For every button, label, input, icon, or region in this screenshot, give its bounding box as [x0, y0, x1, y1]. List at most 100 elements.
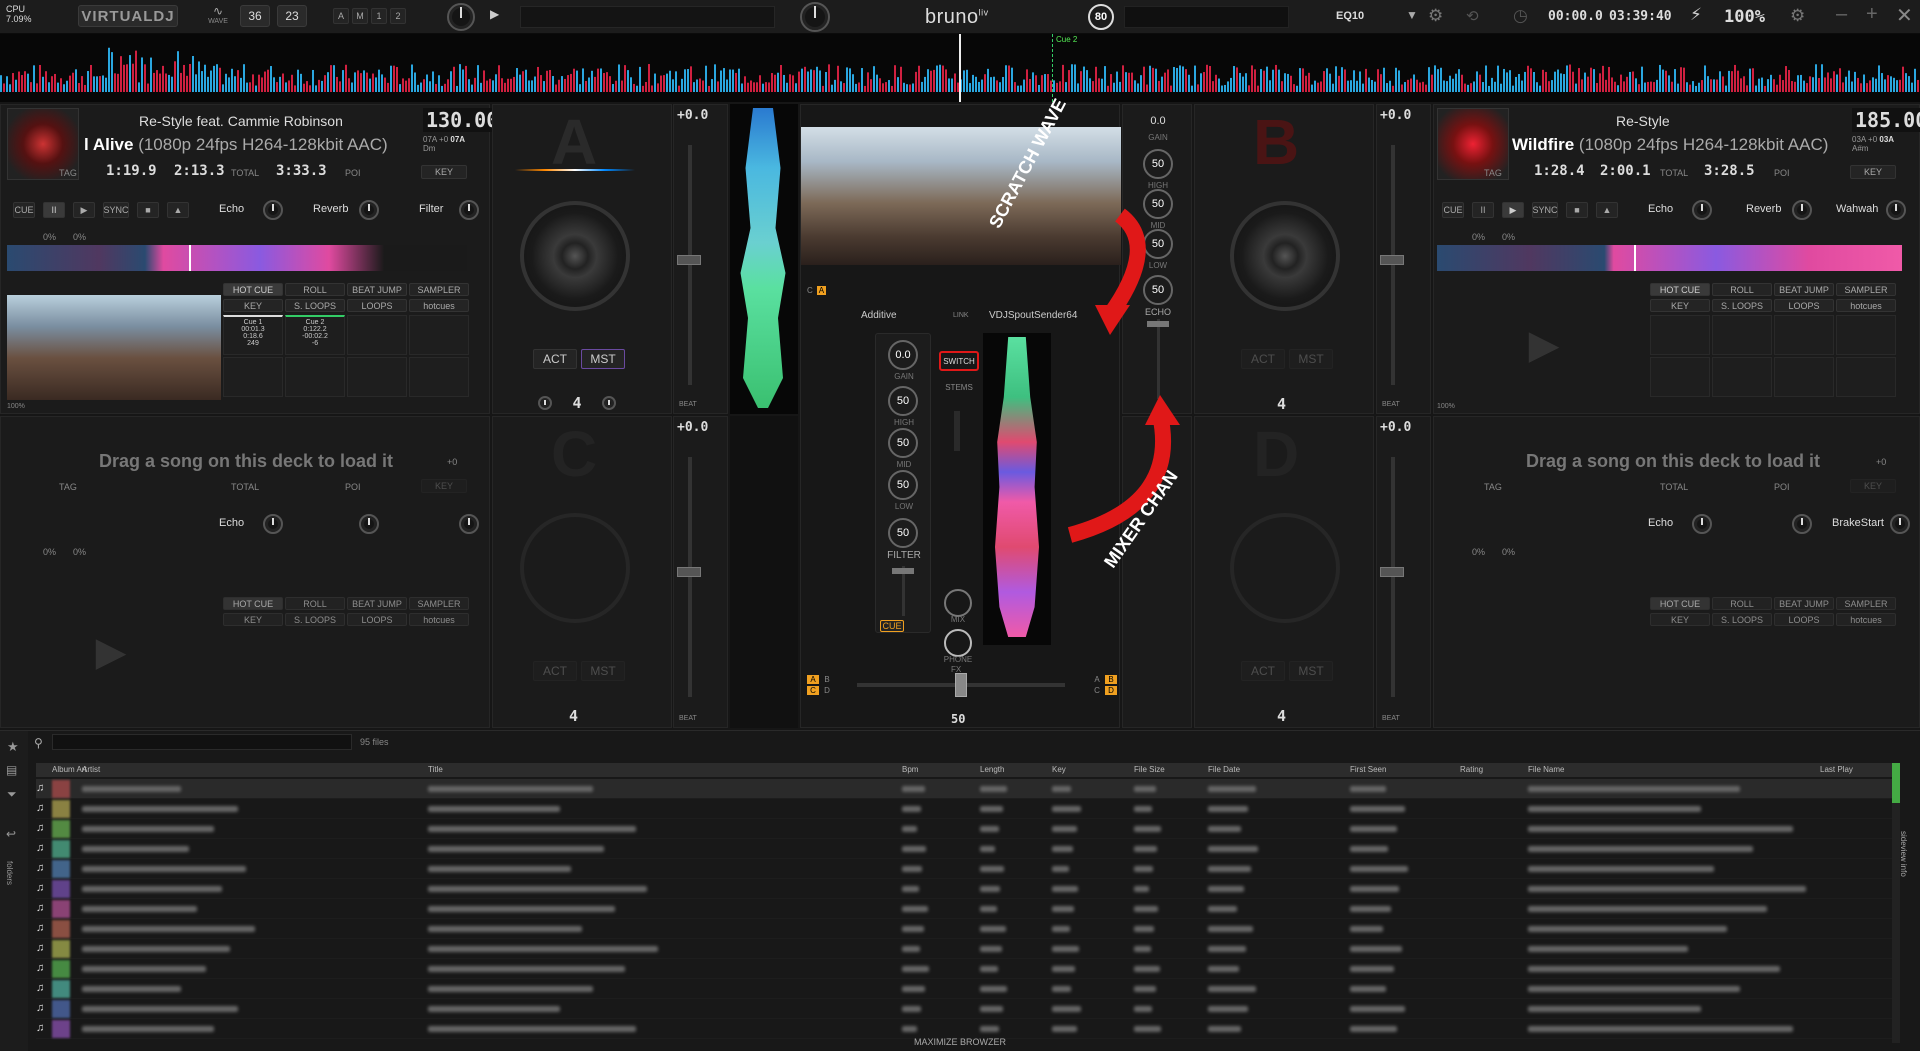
- deck-b-tab-loops[interactable]: LOOPS: [1774, 299, 1834, 312]
- deck-c-platter[interactable]: [520, 513, 630, 623]
- deck-c-fx1-label[interactable]: Echo: [219, 517, 244, 529]
- table-row[interactable]: ♫: [36, 839, 1892, 859]
- assign-left-a[interactable]: A: [807, 675, 819, 684]
- assign-left-d[interactable]: D: [821, 686, 833, 695]
- col-file-size[interactable]: File Size: [1134, 765, 1165, 774]
- deck-a-fx2-knob[interactable]: [359, 200, 379, 220]
- layout-switcher[interactable]: A M 1 2: [333, 8, 443, 26]
- right-gain-value[interactable]: 0.0: [1123, 115, 1193, 127]
- deck-b-tab-hotcues[interactable]: hotcues: [1836, 299, 1896, 312]
- deck-a-stop-button[interactable]: ■: [137, 202, 159, 218]
- left-volume-fader[interactable]: [892, 568, 914, 574]
- table-row[interactable]: ♫: [36, 779, 1892, 799]
- deck-a-pad-4[interactable]: [409, 315, 469, 355]
- deck-a-fx2-label[interactable]: Reverb: [313, 203, 348, 215]
- broadcast-icon[interactable]: ⚡: [1690, 5, 1702, 25]
- wave-toggle[interactable]: ∿ WAVE: [205, 4, 231, 30]
- col-title[interactable]: Title: [428, 765, 443, 774]
- deck-a-act-button[interactable]: ACT: [533, 349, 577, 369]
- table-row[interactable]: ♫: [36, 939, 1892, 959]
- deck-b-pause-button[interactable]: II: [1472, 202, 1494, 218]
- deck-d-tab-hot-cue[interactable]: HOT CUE: [1650, 597, 1710, 610]
- deck-b-fx2-knob[interactable]: [1792, 200, 1812, 220]
- minimize-icon[interactable]: –: [1836, 3, 1847, 26]
- table-row[interactable]: ♫: [36, 979, 1892, 999]
- deck-b-tab-beat-jump[interactable]: BEAT JUMP: [1774, 283, 1834, 296]
- deck-a-tab-hotcues[interactable]: hotcues: [409, 299, 469, 312]
- deck-d-tab-beat-jump[interactable]: BEAT JUMP: [1774, 597, 1834, 610]
- table-row[interactable]: ♫: [36, 1019, 1892, 1039]
- deck-b-poi-label[interactable]: POI: [1774, 168, 1790, 178]
- deck-d-tab-hotcues[interactable]: hotcues: [1836, 613, 1896, 626]
- deck-d-fx1-label[interactable]: Echo: [1648, 517, 1673, 529]
- deck-a-pad-8[interactable]: [409, 357, 469, 397]
- timer-icon[interactable]: ◷: [1513, 6, 1528, 26]
- deck-d-act-button[interactable]: ACT: [1241, 661, 1285, 681]
- deck-d-drag-message[interactable]: Drag a song on this deck to load it: [1526, 451, 1820, 472]
- deck-b-tab-hot-cue[interactable]: HOT CUE: [1650, 283, 1710, 296]
- left-gain-knob[interactable]: 0.0: [888, 340, 918, 370]
- deck-d-mst-button[interactable]: MST: [1289, 661, 1333, 681]
- col-bpm[interactable]: Bpm: [902, 765, 918, 774]
- rhythm-waveform[interactable]: Cue 2: [0, 34, 1920, 102]
- record-icon[interactable]: ⟲: [1466, 7, 1479, 25]
- deck-b-pad-2[interactable]: [1712, 315, 1772, 355]
- table-row[interactable]: ♫: [36, 819, 1892, 839]
- deck-a-tab-key[interactable]: KEY: [223, 299, 283, 312]
- deck-c-key-button[interactable]: KEY: [421, 479, 467, 493]
- col-key[interactable]: Key: [1052, 765, 1066, 774]
- table-row[interactable]: ♫: [36, 999, 1892, 1019]
- deck-b-fx1-knob[interactable]: [1692, 200, 1712, 220]
- deck-c-mst-button[interactable]: MST: [581, 661, 625, 681]
- video-deck-a-label[interactable]: A: [816, 285, 827, 295]
- deck-a-pad-2[interactable]: Cue 2 0:122.2 -00:02.2 -6: [285, 315, 345, 355]
- folder-icon[interactable]: ▤: [6, 763, 17, 777]
- deck-a-fx1-knob[interactable]: [263, 200, 283, 220]
- layout-2-button[interactable]: 2: [390, 8, 406, 24]
- deck-a-fx3-knob[interactable]: [459, 200, 479, 220]
- layout-a-button[interactable]: A: [333, 8, 349, 24]
- deck-c-act-button[interactable]: ACT: [533, 661, 577, 681]
- maximize-browser-button[interactable]: MAXIMIZE BROWZER: [0, 1037, 1920, 1047]
- deck-d-fx3-label[interactable]: BrakeStart: [1832, 517, 1884, 529]
- deck-b-pitch-fader[interactable]: [1380, 255, 1404, 265]
- deck-a-eject-button[interactable]: ▲: [167, 202, 189, 218]
- deck-b-fx3-knob[interactable]: [1886, 200, 1906, 220]
- deck-d-pitch-fader[interactable]: [1380, 567, 1404, 577]
- table-row[interactable]: ♫: [36, 899, 1892, 919]
- deck-d-tab-loops[interactable]: LOOPS: [1774, 613, 1834, 626]
- deck-b-sync-button[interactable]: SYNC: [1532, 202, 1558, 218]
- deck-b-tab-s-loops[interactable]: S. LOOPS: [1712, 299, 1772, 312]
- col-file-name[interactable]: File Name: [1528, 765, 1564, 774]
- deck-b-key-button[interactable]: KEY: [1850, 165, 1896, 179]
- deck-c-tab-beat-jump[interactable]: BEAT JUMP: [347, 597, 407, 610]
- deck-a-tab-sampler[interactable]: SAMPLER: [409, 283, 469, 296]
- deck-d-fx1-knob[interactable]: [1692, 514, 1712, 534]
- video-left-source[interactable]: Additive: [861, 310, 897, 321]
- folders-label[interactable]: folders: [5, 861, 14, 885]
- deck-d-platter[interactable]: [1230, 513, 1340, 623]
- mix-knob[interactable]: [944, 589, 972, 617]
- assign-right-b[interactable]: B: [1105, 675, 1117, 684]
- left-filter-knob[interactable]: 50: [888, 518, 918, 548]
- deck-a-loop-knob-left[interactable]: [538, 396, 553, 410]
- deck-b-pad-5[interactable]: [1650, 357, 1710, 397]
- deck-d-fx2-knob[interactable]: [1792, 514, 1812, 534]
- deck-b-pad-7[interactable]: [1774, 357, 1834, 397]
- deck-b-tab-sampler[interactable]: SAMPLER: [1836, 283, 1896, 296]
- deck-b-stop-button[interactable]: ■: [1566, 202, 1588, 218]
- deck-c-tab-loops[interactable]: LOOPS: [347, 613, 407, 626]
- deck-d-tab-s-loops[interactable]: S. LOOPS: [1712, 613, 1772, 626]
- col-last-play[interactable]: Last Play: [1820, 765, 1853, 774]
- deck-b-tab-key[interactable]: KEY: [1650, 299, 1710, 312]
- deck-a-poi-label[interactable]: POI: [345, 168, 361, 178]
- filter-icon[interactable]: ⏷: [7, 787, 17, 802]
- deck-d-tab-roll[interactable]: ROLL: [1712, 597, 1772, 610]
- deck-c-vertical-waveform[interactable]: [730, 416, 798, 728]
- col-length[interactable]: Length: [980, 765, 1004, 774]
- deck-c-fx1-knob[interactable]: [263, 514, 283, 534]
- deck-b-eject-button[interactable]: ▲: [1596, 202, 1618, 218]
- maximize-icon[interactable]: +: [1866, 3, 1878, 26]
- deck-d-tab-key[interactable]: KEY: [1650, 613, 1710, 626]
- deck-b-tab-roll[interactable]: ROLL: [1712, 283, 1772, 296]
